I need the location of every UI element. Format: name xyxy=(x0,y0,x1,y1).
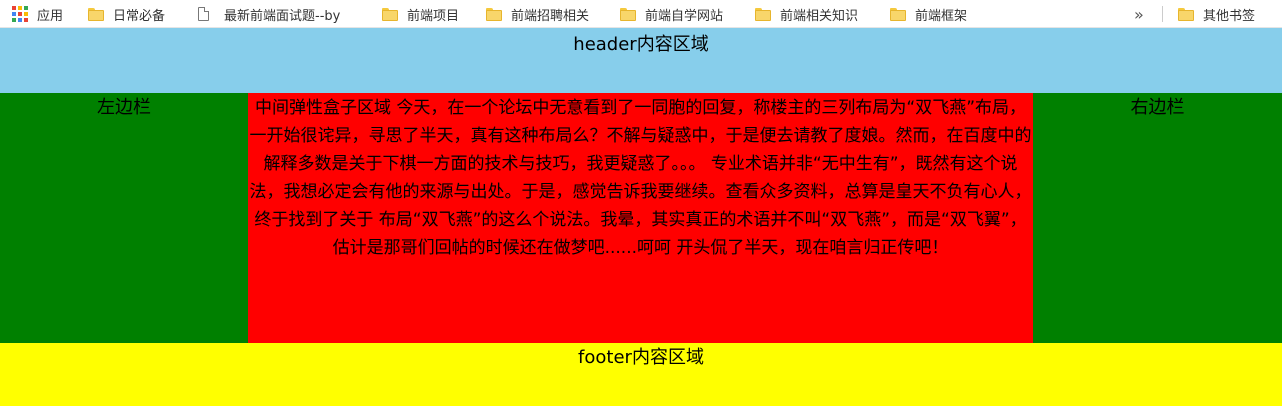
folder-icon xyxy=(890,7,906,21)
bookmark-label: 日常必备 xyxy=(113,8,166,24)
bookmarks-separator xyxy=(1162,6,1163,22)
bookmark-self-study-sites[interactable]: 前端自学网站 xyxy=(620,0,723,28)
bookmark-interview-questions[interactable]: 最新前端面试题--by xyxy=(198,0,340,28)
bookmark-label: 前端相关知识 xyxy=(780,8,859,24)
bookmark-label: 前端框架 xyxy=(915,8,968,24)
page-header: header内容区域 xyxy=(0,28,1282,93)
apps-grid-icon xyxy=(12,6,28,22)
bookmark-label: 前端招聘相关 xyxy=(511,8,590,24)
apps-label: 应用 xyxy=(37,8,64,24)
bookmark-daily-essentials[interactable]: 日常必备 xyxy=(88,0,165,28)
left-sidebar: 左边栏 xyxy=(0,93,248,343)
bookmarks-overflow-chevron-icon[interactable]: » xyxy=(1134,0,1144,28)
folder-icon xyxy=(88,7,104,21)
folder-icon xyxy=(620,7,636,21)
bookmark-label: 前端自学网站 xyxy=(645,8,724,24)
folder-icon xyxy=(486,7,502,21)
bookmark-frontend-jobs[interactable]: 前端招聘相关 xyxy=(486,0,589,28)
bookmark-label: 前端项目 xyxy=(407,8,460,24)
folder-icon xyxy=(755,7,771,21)
bookmark-frontend-knowledge[interactable]: 前端相关知识 xyxy=(755,0,858,28)
other-bookmarks-label: 其他书签 xyxy=(1203,8,1256,24)
folder-icon xyxy=(382,7,398,21)
bookmark-frontend-frameworks[interactable]: 前端框架 xyxy=(890,0,967,28)
other-bookmarks[interactable]: 其他书签 xyxy=(1178,0,1255,28)
bookmark-frontend-projects[interactable]: 前端项目 xyxy=(382,0,459,28)
page-icon xyxy=(198,7,209,21)
folder-icon xyxy=(1178,7,1194,21)
apps-shortcut[interactable]: 应用 xyxy=(12,0,63,28)
bookmark-label: 最新前端面试题--by xyxy=(224,8,341,24)
center-flex-content: 中间弹性盒子区域 今天，在一个论坛中无意看到了一同胞的回复，称楼主的三列布局为“… xyxy=(248,93,1033,343)
bookmarks-bar: 应用 日常必备 最新前端面试题--by 前端项目 前端招聘相关 前端自学网站 前… xyxy=(0,0,1282,28)
page-footer: footer内容区域 xyxy=(0,343,1282,406)
right-sidebar: 右边栏 xyxy=(1033,93,1282,343)
